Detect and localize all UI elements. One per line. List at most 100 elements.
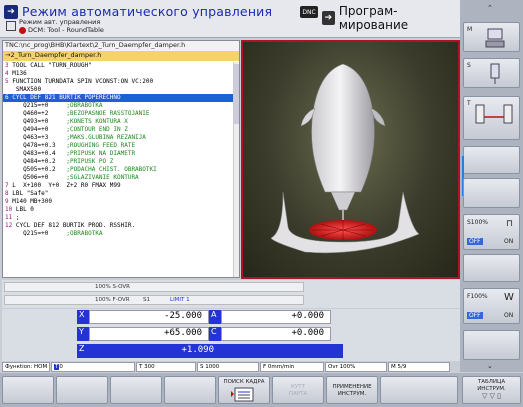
tool-axes-icon (475, 104, 513, 124)
softkey-blank-2[interactable] (463, 178, 520, 208)
mode-subtitle: Режим авт. управления DCM: Tool - RoundT… (6, 18, 104, 34)
spindle-speed-status: S 1000 (197, 362, 259, 372)
line-comment: ;KONETS KONTURA X (66, 118, 128, 125)
line-text: Q505=+0.2 (8, 166, 67, 173)
apply-tool-button[interactable]: ПРИМЕНЕНИЕ ИНСТРУМ. (326, 376, 378, 404)
axis-z-label: Z (77, 344, 89, 358)
line-text: Q463=+3 (8, 134, 67, 141)
program-line[interactable]: 5 FUNCTION TURNDATA SPIN VCONST:ON VC:20… (3, 78, 233, 86)
spindle-off-label: OFF (467, 238, 483, 245)
program-line[interactable]: Q494=+0 ;CONTOUR END IN Z (3, 126, 233, 134)
softkey-blank-1[interactable] (463, 146, 520, 174)
line-number: 5 (5, 78, 9, 85)
line-text: M140 MB+300 (12, 198, 52, 205)
line-text: Q215=+0 (8, 102, 67, 109)
machine-view-button[interactable]: M (463, 22, 520, 52)
line-text: ; (15, 214, 20, 221)
program-line[interactable]: Q506=+0 ;SGLAZIVANIE KONTURA (3, 174, 233, 182)
program-line[interactable]: Q483=+0.4 ;PRIPUSK NA DIAMETR (3, 150, 233, 158)
f-ovr-label: 100% F-OVR (95, 297, 130, 303)
limit-label: LIMIT 1 (170, 297, 190, 303)
block-scan-label: ПОИСК КАДРА (223, 379, 265, 385)
program-line[interactable]: SMAX500 (3, 86, 233, 94)
program-line[interactable]: 7 L X+100 Y+0 Z+2 R0 FMAX M99 (3, 182, 233, 190)
scrollbar-thumb[interactable] (234, 64, 239, 124)
program-line[interactable]: Q478=+0.3 ;ROUGHING FEED RATE (3, 142, 233, 150)
program-line[interactable]: Q484=+0.2 ;PRIPUSK PO Z (3, 158, 233, 166)
sub-mode-icon (6, 21, 16, 31)
status-function-line: Функtion: HOM T0 T 300 S 1000 F 0mm/min … (2, 362, 460, 372)
s-ovr-label: 100% S-OVR (95, 284, 130, 290)
spindle-icon (490, 63, 500, 84)
machine-icon (485, 28, 505, 48)
program-line[interactable]: 10 LBL 0 (3, 206, 233, 214)
program-line[interactable]: Q215=+0 ;OBRABOTKA (3, 102, 233, 110)
dnc-badge: DNC (300, 6, 318, 18)
program-line[interactable]: Q460=+2 ;BEZOPASNOE RASSTOJANIE (3, 110, 233, 118)
program-scrollbar[interactable] (233, 62, 239, 277)
program-line[interactable]: Q505=+0.2 ;PODACHA CHIST. OBRABOTKI (3, 166, 233, 174)
softkey-2[interactable] (56, 376, 108, 404)
axis-row-x: X -25.000 A +0.000 (77, 310, 331, 324)
line-text: Q493=+0 (8, 118, 67, 125)
simulation-view[interactable] (241, 40, 460, 279)
spindle-override-control[interactable]: S100% OFF ON ⊓ (463, 214, 520, 250)
s1-label: S1 (143, 297, 150, 303)
axis-a-value: +0.000 (221, 310, 331, 324)
line-comment: ;SGLAZIVANIE KONTURA (66, 174, 139, 181)
program-path: TNC:\nc_prog\BHB\Klartext\2_Turn_Daempfe… (3, 41, 239, 51)
softkey-8[interactable] (380, 376, 458, 404)
line-text: Q460=+2 (8, 110, 67, 117)
feed-on-label: ON (504, 312, 514, 319)
program-line[interactable]: 8 LBL "Safe" (3, 190, 233, 198)
program-line[interactable]: 11 ; (3, 214, 233, 222)
program-lines: 3 TOOL CALL "TURN_ROUGH" 4 M136 5 FUNCTION… (3, 62, 233, 238)
line-number: 10 (5, 206, 13, 213)
program-line[interactable]: 4 M136 (3, 70, 233, 78)
cut-part-button[interactable]: КУТТ ПАРТА (272, 376, 324, 404)
line-text: Q478=+0.3 (8, 142, 67, 149)
softkey-1[interactable] (2, 376, 54, 404)
programming-mode[interactable]: ➔ Програм- мирование (322, 4, 460, 32)
line-text: Q483=+0.4 (8, 150, 67, 157)
programming-label: Програм- мирование (338, 4, 409, 32)
program-name: →2_Turn_Daempfer_damper.h (3, 51, 239, 61)
tool-table-button[interactable]: ТАБЛИЦА ИНСТРУМ. ▽ ▽ ▯ (462, 376, 521, 404)
feed-off-label: OFF (467, 312, 483, 319)
line-number: 11 (5, 214, 13, 221)
line-number: 3 (5, 62, 9, 69)
program-line[interactable]: Q493=+0 ;KONETS KONTURA X (3, 118, 233, 126)
line-comment: ;PODACHA CHIST. OBRABOTKI (66, 166, 157, 173)
softkey-3[interactable] (110, 376, 162, 404)
tool-view-button[interactable]: T (463, 96, 520, 140)
spindle-on-label: ON (504, 238, 514, 245)
header-bar: ➔ Режим автоматического управления Режим… (0, 0, 460, 38)
line-text: FUNCTION TURNDATA SPIN VCONST:ON VC:200 (12, 78, 154, 85)
softkey-blank-4[interactable] (463, 330, 520, 360)
spindle-override-icon: ⊓ (506, 219, 514, 229)
program-line[interactable]: 3 TOOL CALL "TURN_ROUGH" (3, 62, 233, 70)
feed-override-control[interactable]: F100% OFF ON W (463, 288, 520, 324)
dcm-label: DCM: Tool - RoundTable (28, 26, 104, 34)
program-line[interactable]: 6 CYCL DEF 821 BURTIK POPERECHNO (3, 94, 233, 102)
table-label-1: ТАБЛИЦА (477, 379, 506, 385)
program-line[interactable]: Q463=+3 ;MAKS.GLUBINA REZANIJA (3, 134, 233, 142)
line-comment: ;ROUGHING FEED RATE (66, 142, 136, 149)
right-softkey-column: ⌃ M S T S100% OFF ON ⊓ F100% OFF ON W ⌄ (460, 0, 523, 372)
program-line[interactable]: Q215=+0 ;OBRABOTKA (3, 230, 233, 238)
line-text: CYCL DEF 821 BURTIK POPERECHNO (12, 94, 121, 101)
axes-display: X -25.000 A +0.000 Y +65.000 C +0.000 Z … (2, 309, 460, 361)
softkey-blank-3[interactable] (463, 254, 520, 282)
block-scan-button[interactable]: ПОИСК КАДРА (218, 376, 270, 404)
line-comment: ;PRIPUSK PO Z (66, 158, 114, 165)
cut-label-2: ПАРТА (288, 391, 308, 397)
softkey-4[interactable] (164, 376, 216, 404)
spindle-view-button[interactable]: S (463, 58, 520, 88)
scroll-down-icon[interactable]: ⌄ (463, 362, 520, 372)
program-line[interactable]: 12 CYCL DEF 812 BURTIK PROD. RSSHIR. (3, 222, 233, 230)
program-line[interactable]: 9 M140 MB+300 (3, 198, 233, 206)
line-text: Q506=+0 (8, 174, 67, 181)
tool-zero-status: T0 (51, 362, 135, 372)
scroll-up-icon[interactable]: ⌃ (463, 2, 520, 16)
line-text: L X+100 Y+0 Z+2 R0 FMAX M99 (12, 182, 121, 189)
